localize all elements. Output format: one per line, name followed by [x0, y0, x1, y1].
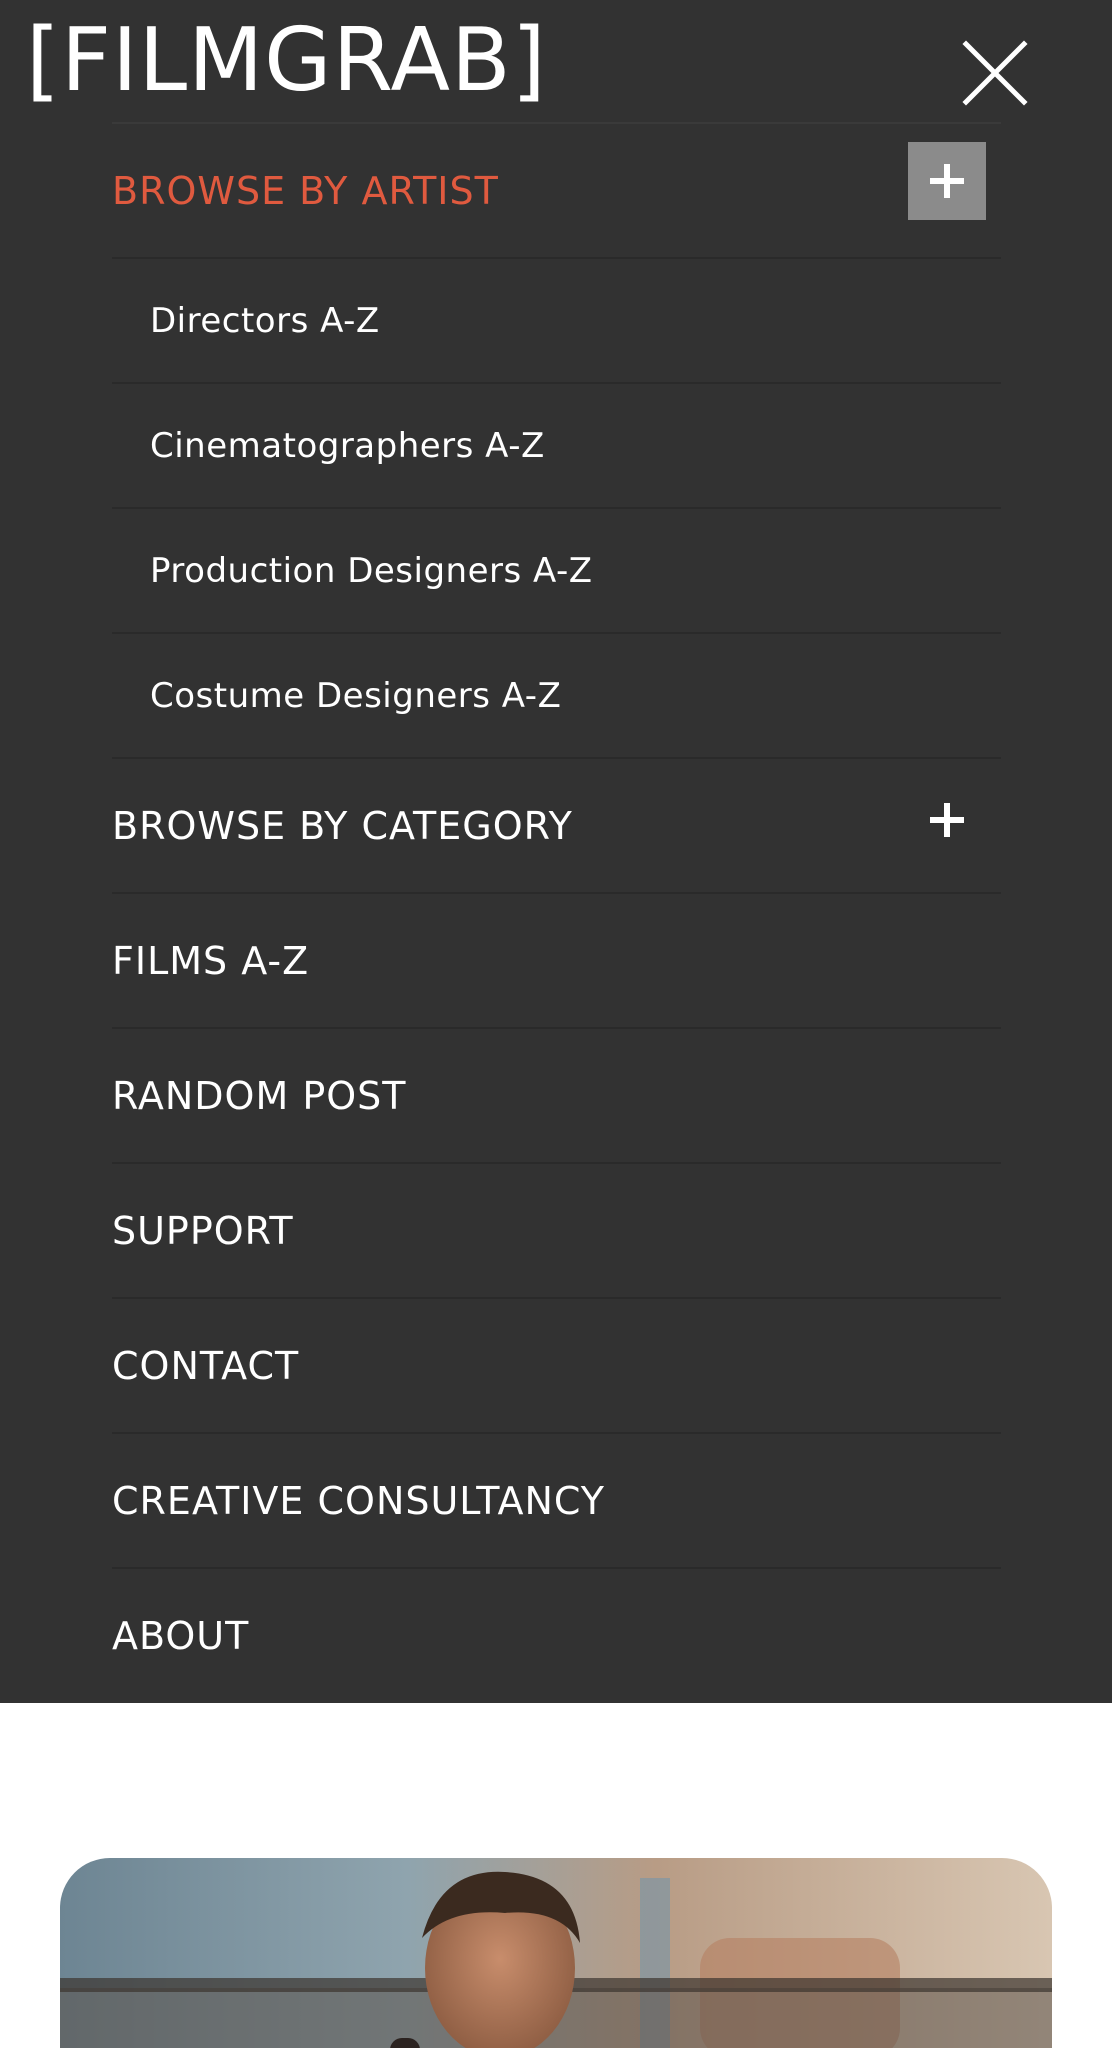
- menu-item-contact[interactable]: CONTACT: [112, 1299, 1001, 1434]
- submenu-item-production-designers[interactable]: Production Designers A-Z: [112, 509, 1001, 634]
- page: [FILMGRAB] BROWSE BY ARTIST Directors A-…: [0, 0, 1112, 2048]
- menu-item-about[interactable]: ABOUT: [112, 1569, 1001, 1702]
- submenu-item-label[interactable]: Directors A-Z: [150, 301, 380, 341]
- expand-browse-by-artist-button[interactable]: [908, 142, 986, 220]
- menu-item-browse-by-artist[interactable]: BROWSE BY ARTIST: [112, 124, 1001, 259]
- close-menu-button[interactable]: [960, 38, 1030, 108]
- menu-item-random-post[interactable]: RANDOM POST: [112, 1029, 1001, 1164]
- menu-item-creative-consultancy[interactable]: CREATIVE CONSULTANCY: [112, 1434, 1001, 1569]
- menu-item-films-a-z[interactable]: FILMS A-Z: [112, 894, 1001, 1029]
- submenu-item-label[interactable]: Production Designers A-Z: [150, 551, 593, 591]
- menu-item-label[interactable]: FILMS A-Z: [112, 939, 309, 983]
- menu-item-label[interactable]: CREATIVE CONSULTANCY: [112, 1479, 605, 1523]
- main-menu: BROWSE BY ARTIST Directors A-Z Cinematog…: [112, 122, 1001, 1702]
- close-icon: [962, 40, 1028, 106]
- submenu-item-label[interactable]: Costume Designers A-Z: [150, 676, 561, 716]
- menu-item-label[interactable]: RANDOM POST: [112, 1074, 406, 1118]
- submenu-item-cinematographers[interactable]: Cinematographers A-Z: [112, 384, 1001, 509]
- plus-icon: [930, 164, 964, 198]
- expand-browse-by-category-button[interactable]: [908, 781, 986, 859]
- menu-item-browse-by-category[interactable]: BROWSE BY CATEGORY: [112, 759, 1001, 894]
- menu-item-label[interactable]: BROWSE BY CATEGORY: [112, 804, 573, 848]
- menu-item-label[interactable]: BROWSE BY ARTIST: [112, 169, 499, 213]
- submenu-item-directors[interactable]: Directors A-Z: [112, 259, 1001, 384]
- submenu-item-label[interactable]: Cinematographers A-Z: [150, 426, 545, 466]
- menu-item-support[interactable]: SUPPORT: [112, 1164, 1001, 1299]
- featured-film-still[interactable]: [60, 1858, 1052, 2048]
- submenu-item-costume-designers[interactable]: Costume Designers A-Z: [112, 634, 1001, 759]
- film-still-image: [60, 1858, 1052, 2048]
- navigation-menu-overlay: [FILMGRAB] BROWSE BY ARTIST Directors A-…: [0, 0, 1112, 1703]
- menu-item-label[interactable]: ABOUT: [112, 1614, 249, 1658]
- menu-item-label[interactable]: CONTACT: [112, 1344, 299, 1388]
- menu-item-label[interactable]: SUPPORT: [112, 1209, 294, 1253]
- plus-icon: [930, 803, 964, 837]
- site-logo[interactable]: [FILMGRAB]: [26, 10, 547, 110]
